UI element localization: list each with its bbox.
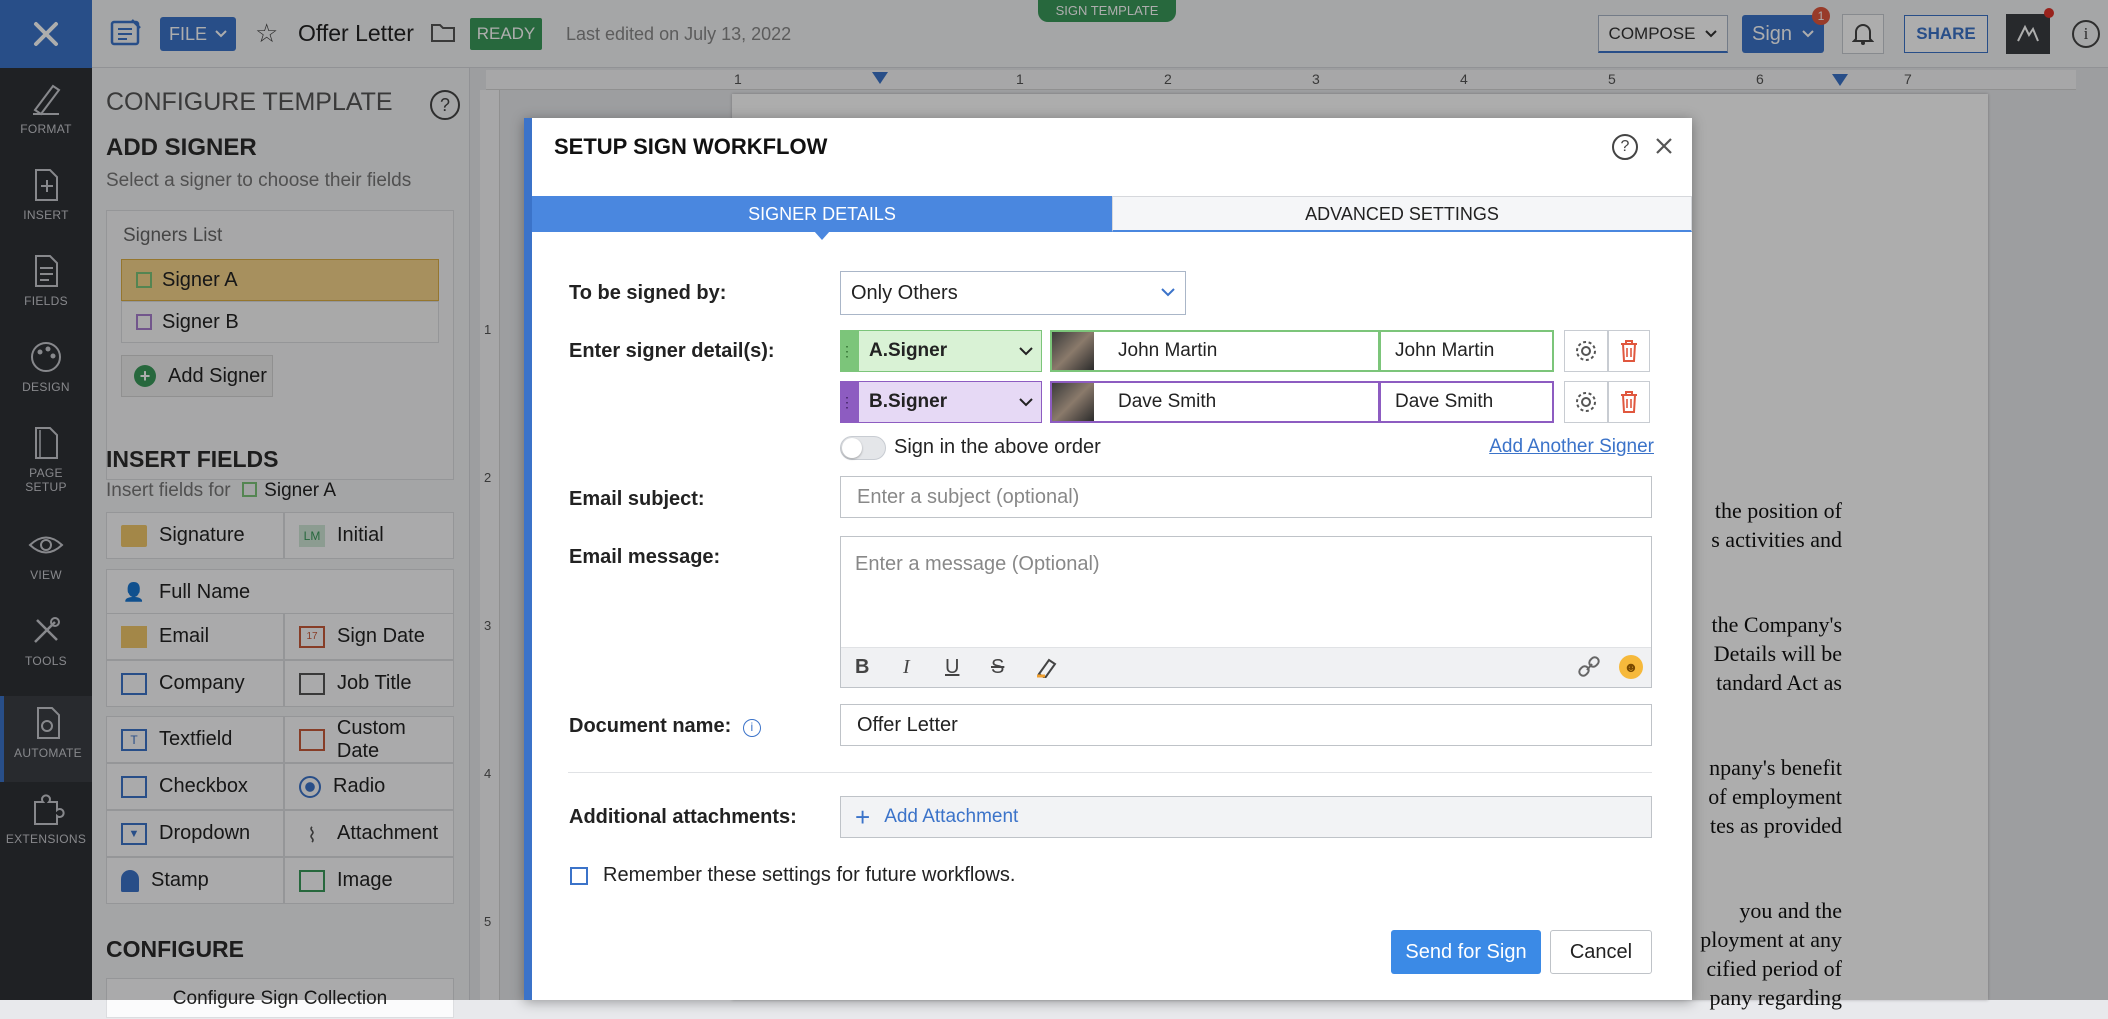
signer-settings-button[interactable]	[1564, 381, 1608, 423]
chevron-down-icon	[1161, 288, 1175, 297]
send-for-sign-button[interactable]: Send for Sign	[1391, 930, 1541, 974]
signed-by-select[interactable]: Only Others	[840, 271, 1186, 315]
remember-settings-label: Remember these settings for future workf…	[603, 864, 1016, 886]
attachments-label: Additional attachments:	[569, 806, 797, 828]
email-subject-input[interactable]: Enter a subject (optional)	[840, 476, 1652, 518]
avatar	[1052, 383, 1094, 421]
gear-icon	[1576, 341, 1596, 361]
underline-icon[interactable]: U	[945, 656, 959, 679]
chevron-down-icon	[1019, 398, 1033, 407]
chevron-down-icon	[1019, 347, 1033, 356]
italic-icon[interactable]: I	[903, 656, 910, 679]
drag-handle-icon[interactable]: ⋮⋮	[840, 381, 866, 423]
email-message-editor: Enter a message (Optional) B I U S ☻	[840, 536, 1652, 688]
signer-delete-button[interactable]	[1608, 330, 1650, 372]
signer-name-input[interactable]: John Martin	[1050, 330, 1380, 372]
signer-name-value: John Martin	[1118, 340, 1218, 361]
info-icon[interactable]: i	[742, 719, 761, 737]
signer-row-b: ⋮⋮ B.Signer Dave Smith Dave Smith	[840, 381, 1650, 423]
trash-icon	[1621, 340, 1637, 362]
add-attachment-button[interactable]: + Add Attachment	[840, 796, 1652, 838]
toggle-knob	[842, 438, 862, 458]
sign-order-toggle[interactable]	[840, 436, 886, 460]
tab-advanced-settings[interactable]: ADVANCED SETTINGS	[1112, 196, 1692, 232]
signer-details-label: Enter signer detail(s):	[569, 340, 775, 362]
add-another-signer-link[interactable]: Add Another Signer	[1489, 436, 1654, 458]
email-message-input[interactable]: Enter a message (Optional)	[855, 553, 1100, 576]
signer-role-value: B.Signer	[869, 391, 948, 412]
setup-sign-workflow-dialog: SETUP SIGN WORKFLOW ? SIGNER DETAILS ADV…	[524, 118, 1692, 1000]
cancel-button[interactable]: Cancel	[1550, 930, 1652, 974]
signer-display-name-input[interactable]: Dave Smith	[1380, 381, 1554, 423]
signer-display-name-input[interactable]: John Martin	[1380, 330, 1554, 372]
help-icon[interactable]: ?	[1612, 134, 1638, 160]
active-tab-pointer	[814, 231, 830, 240]
gear-icon	[1576, 392, 1596, 412]
signer-name-input[interactable]: Dave Smith	[1050, 381, 1380, 423]
signed-by-value: Only Others	[851, 281, 958, 304]
document-name-label: Document name: i	[569, 715, 761, 738]
dialog-title: SETUP SIGN WORKFLOW	[554, 134, 828, 159]
tab-signer-details[interactable]: SIGNER DETAILS	[532, 196, 1112, 232]
signer-role-select[interactable]: B.Signer	[858, 381, 1042, 423]
document-name-label-text: Document name:	[569, 715, 732, 737]
signer-delete-button[interactable]	[1608, 381, 1650, 423]
bold-icon[interactable]: B	[855, 656, 869, 679]
signer-role-select[interactable]: A.Signer	[858, 330, 1042, 372]
add-attachment-label: Add Attachment	[884, 806, 1019, 827]
email-subject-label: Email subject:	[569, 488, 705, 510]
remember-settings-checkbox[interactable]	[570, 867, 588, 885]
close-icon[interactable]	[1652, 134, 1676, 163]
signer-role-value: A.Signer	[869, 340, 948, 361]
message-format-toolbar: B I U S ☻	[841, 647, 1651, 687]
sign-order-label: Sign in the above order	[894, 436, 1101, 458]
link-icon[interactable]	[1577, 656, 1601, 683]
signer-settings-button[interactable]	[1564, 330, 1608, 372]
signed-by-label: To be signed by:	[569, 282, 727, 304]
signer-row-a: ⋮⋮ A.Signer John Martin John Martin	[840, 330, 1650, 372]
plus-icon: +	[855, 802, 871, 832]
highlight-icon[interactable]	[1035, 656, 1059, 683]
email-message-label: Email message:	[569, 546, 721, 568]
document-name-input[interactable]: Offer Letter	[840, 704, 1652, 746]
signer-name-value: Dave Smith	[1118, 391, 1217, 412]
trash-icon	[1621, 391, 1637, 413]
avatar	[1052, 332, 1094, 370]
section-divider	[568, 772, 1652, 773]
dialog-accent-stripe	[524, 118, 532, 1000]
drag-handle-icon[interactable]: ⋮⋮	[840, 330, 866, 372]
emoji-icon[interactable]: ☻	[1619, 655, 1643, 679]
strikethrough-icon[interactable]: S	[991, 656, 1004, 679]
